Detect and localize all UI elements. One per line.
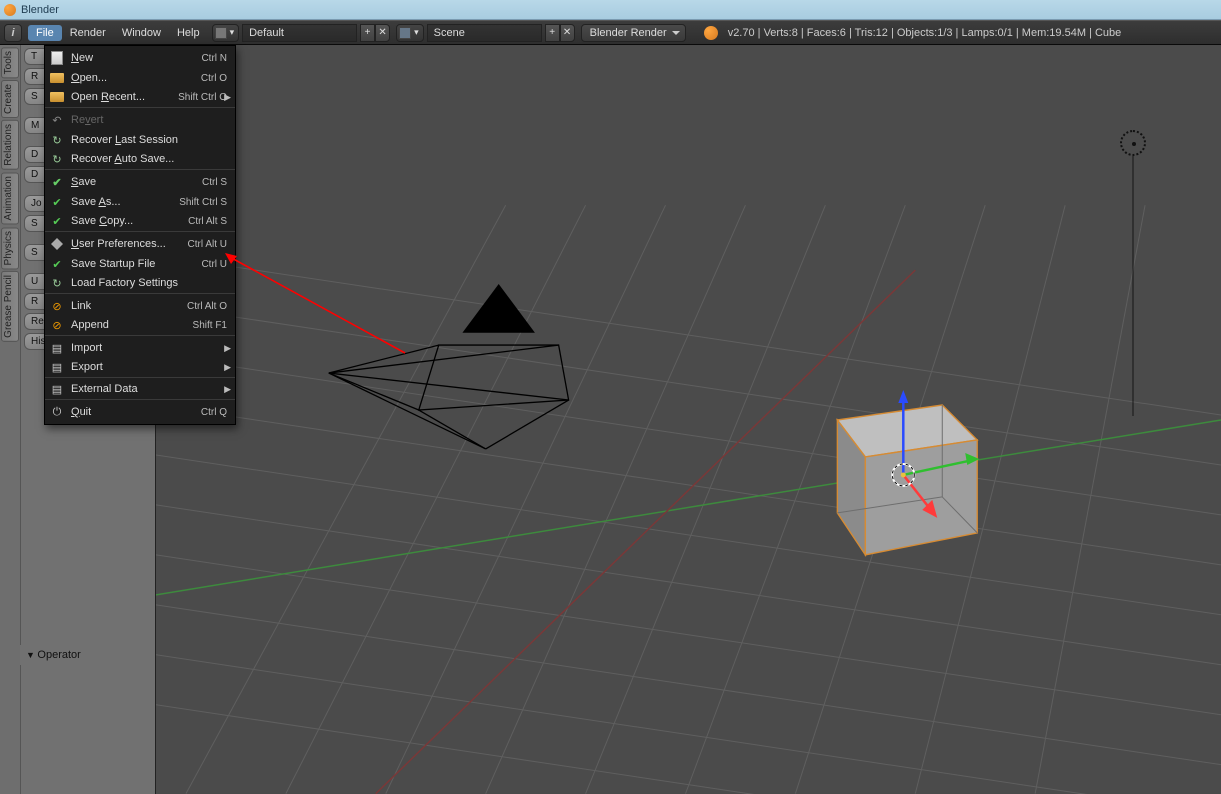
menu-shortcut: Ctrl Q (201, 407, 227, 418)
menu-window[interactable]: Window (114, 25, 169, 41)
menu-item-label: Save As... (71, 196, 179, 208)
save2-icon: ✔ (52, 215, 61, 228)
tab-tools[interactable]: Tools (1, 47, 19, 78)
menu-item-save-startup-file[interactable]: ✔ Save Startup FileCtrl U (45, 254, 235, 274)
menu-item-label: Save Startup File (71, 258, 201, 270)
menu-item-label: Revert (71, 114, 227, 126)
menu-render[interactable]: Render (62, 25, 114, 41)
scene-stats: v2.70 | Verts:8 | Faces:6 | Tris:12 | Ob… (728, 27, 1122, 39)
tab-physics[interactable]: Physics (1, 227, 19, 269)
tab-animation[interactable]: Animation (1, 172, 19, 224)
submenu-arrow-icon: ▶ (224, 384, 231, 395)
menu-item-new[interactable]: NewCtrl N (45, 48, 235, 68)
menu-item-external-data[interactable]: ▤ External Data▶ (45, 380, 235, 400)
menu-item-label: Export (71, 361, 227, 373)
submenu-arrow-icon: ▶ (224, 343, 231, 354)
menu-item-label: Recover Auto Save... (71, 153, 227, 165)
recover-icon: ↻ (52, 153, 61, 166)
new-icon (51, 51, 63, 65)
menu-item-recover-last-session[interactable]: ↻ Recover Last Session (45, 130, 235, 150)
menu-help[interactable]: Help (169, 25, 208, 41)
ext-icon: ▤ (52, 342, 62, 355)
menu-item-label: Save Copy... (71, 215, 188, 227)
menu-item-label: Save (71, 176, 202, 188)
menu-item-revert: ↶ Revert (45, 110, 235, 130)
recover-icon: ↻ (52, 277, 61, 290)
link-icon: ⊘ (52, 300, 61, 313)
save2-icon: ✔ (52, 196, 61, 209)
tab-grease-pencil[interactable]: Grease Pencil (1, 271, 19, 342)
submenu-arrow-icon: ▶ (224, 92, 231, 103)
menu-shortcut: Ctrl Alt S (188, 216, 227, 227)
revert-icon: ↶ (52, 114, 61, 127)
ext-icon: ▤ (52, 383, 62, 396)
menu-item-label: Load Factory Settings (71, 277, 227, 289)
tab-create[interactable]: Create (1, 80, 19, 118)
scene-add-delete[interactable]: +✕ (545, 24, 575, 42)
info-header: i File Render Window Help ▾ Default +✕ ▾… (0, 20, 1221, 45)
viewport-canvas (156, 45, 1221, 794)
menu-file[interactable]: File (28, 25, 62, 41)
scene-browse[interactable]: ▾ (396, 24, 424, 42)
menu-shortcut: Shift Ctrl O (178, 92, 227, 103)
menu-shortcut: Ctrl N (201, 53, 227, 64)
link-icon: ⊘ (52, 319, 61, 332)
menu-item-label: Link (71, 300, 187, 312)
save2-icon: ✔ (52, 258, 61, 271)
menu-item-load-factory-settings[interactable]: ↻ Load Factory Settings (45, 274, 235, 294)
menu-item-label: Append (71, 319, 193, 331)
menu-item-append[interactable]: ⊘ AppendShift F1 (45, 316, 235, 336)
toolshelf-tabs: Tools Create Relations Animation Physics… (0, 45, 20, 794)
menu-item-save[interactable]: ✔ SaveCtrl S (45, 172, 235, 192)
screen-layout-add-delete[interactable]: +✕ (360, 24, 390, 42)
open-icon (50, 73, 64, 83)
save-icon: ✔ (52, 176, 61, 189)
render-engine-dropdown[interactable]: Blender Render (581, 24, 686, 42)
blender-logo-icon (4, 4, 16, 16)
ext-icon: ▤ (52, 361, 62, 374)
menu-item-label: New (71, 52, 201, 64)
menu-item-save-as[interactable]: ✔ Save As...Shift Ctrl S (45, 192, 235, 212)
menu-shortcut: Ctrl U (201, 259, 227, 270)
pref-icon (51, 238, 63, 250)
menu-item-label: Recover Last Session (71, 134, 227, 146)
menu-item-save-copy[interactable]: ✔ Save Copy...Ctrl Alt S (45, 212, 235, 232)
lamp-object[interactable] (1120, 130, 1146, 156)
menu-shortcut: Shift Ctrl S (179, 197, 227, 208)
menu-item-label: Open... (71, 72, 201, 84)
menu-shortcut: Ctrl Alt U (188, 239, 227, 250)
menu-item-label: Import (71, 342, 227, 354)
window-title: Blender (21, 4, 59, 16)
menu-item-open[interactable]: Open...Ctrl O (45, 68, 235, 88)
menu-shortcut: Ctrl Alt O (187, 301, 227, 312)
menu-item-label: Quit (71, 406, 201, 418)
menu-item-recover-auto-save[interactable]: ↻ Recover Auto Save... (45, 150, 235, 170)
screen-layout-browse[interactable]: ▾ (212, 24, 240, 42)
window-title-bar: Blender (0, 0, 1221, 20)
menu-item-link[interactable]: ⊘ LinkCtrl Alt O (45, 296, 235, 316)
operator-panel[interactable]: Operator (20, 645, 155, 665)
3d-viewport[interactable] (155, 45, 1221, 794)
info-editor-icon[interactable]: i (4, 24, 22, 42)
tab-relations[interactable]: Relations (1, 120, 19, 170)
menu-item-export[interactable]: ▤ Export▶ (45, 358, 235, 378)
power-icon: ⏻ (53, 406, 62, 419)
menu-shortcut: Shift F1 (193, 320, 227, 331)
blender-icon (704, 26, 718, 40)
scene-name[interactable]: Scene (427, 24, 542, 42)
screen-layout-name[interactable]: Default (242, 24, 357, 42)
menu-shortcut: Ctrl S (202, 177, 227, 188)
recover-icon: ↻ (52, 134, 61, 147)
menu-item-import[interactable]: ▤ Import▶ (45, 338, 235, 358)
menu-item-label: External Data (71, 383, 227, 395)
menu-item-label: Open Recent... (71, 91, 178, 103)
menu-item-user-preferences[interactable]: User Preferences...Ctrl Alt U (45, 234, 235, 254)
menu-item-quit[interactable]: ⏻ QuitCtrl Q (45, 402, 235, 422)
menu-item-open-recent[interactable]: Open Recent...Shift Ctrl O▶ (45, 88, 235, 108)
file-menu-dropdown: NewCtrl NOpen...Ctrl OOpen Recent...Shif… (44, 45, 236, 425)
menu-item-label: User Preferences... (71, 238, 188, 250)
submenu-arrow-icon: ▶ (224, 362, 231, 373)
recent-icon (50, 92, 64, 102)
menu-shortcut: Ctrl O (201, 73, 227, 84)
